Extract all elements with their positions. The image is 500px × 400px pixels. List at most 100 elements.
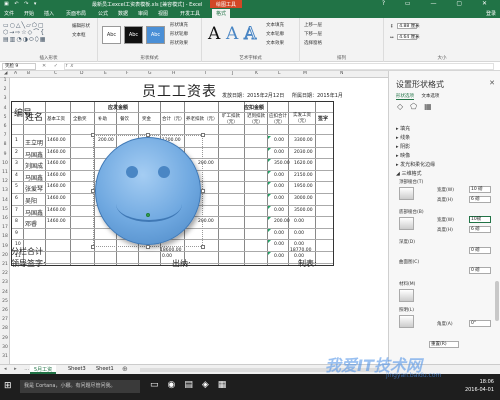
tab-page-layout[interactable]: 页面布局 bbox=[66, 10, 86, 17]
table-cell-net[interactable]: 0.00 bbox=[294, 219, 304, 224]
row-header[interactable]: 15 bbox=[0, 207, 10, 212]
tab-shape-options[interactable]: 形状选项 bbox=[396, 94, 414, 100]
row-header[interactable]: 26 bbox=[0, 308, 10, 313]
formula-input[interactable] bbox=[64, 63, 494, 70]
windows-start-icon[interactable]: ⊞ bbox=[4, 381, 12, 391]
row-header[interactable]: 24 bbox=[0, 290, 10, 295]
tab-insert[interactable]: 插入 bbox=[44, 10, 54, 17]
wordart-style-blue[interactable]: A bbox=[226, 24, 238, 44]
row-header[interactable]: 13 bbox=[0, 188, 10, 193]
tab-home[interactable]: 开始 bbox=[24, 10, 34, 17]
row-header[interactable]: 8 bbox=[0, 142, 10, 147]
table-cell-seq[interactable]: 4 bbox=[15, 173, 18, 178]
row-header[interactable]: 14 bbox=[0, 198, 10, 203]
table-cell-seq[interactable]: 1 bbox=[15, 138, 18, 143]
tab-formulas[interactable]: 公式 bbox=[98, 10, 108, 17]
table-cell-net[interactable]: 1950.00 bbox=[294, 184, 313, 189]
table-cell-net[interactable]: 0.00 bbox=[294, 242, 304, 247]
row-header[interactable]: 7 bbox=[0, 133, 10, 138]
row-header[interactable]: 21 bbox=[0, 262, 10, 267]
angle-input[interactable]: 0° bbox=[469, 320, 491, 327]
lighting-picker[interactable] bbox=[399, 315, 414, 328]
text-box-button[interactable]: 文本框 bbox=[72, 32, 86, 38]
row-header[interactable]: 3 bbox=[0, 96, 10, 101]
table-cell-base[interactable]: 1460.00 bbox=[47, 208, 66, 213]
quick-access-toolbar[interactable]: ▣ ↶ ↷ ▾ bbox=[4, 1, 38, 7]
shape-outline-button[interactable]: 形状轮廓 bbox=[170, 31, 188, 37]
table-cell-name[interactable]: 马国鑫 bbox=[25, 173, 43, 182]
table-cell-net[interactable]: 3300.00 bbox=[294, 138, 313, 143]
shape-style-swatch-white[interactable]: Abc bbox=[102, 26, 121, 44]
table-cell-base[interactable]: 1460.00 bbox=[47, 196, 66, 201]
shape-width-input[interactable]: 4.64 厘米 bbox=[397, 34, 420, 40]
column-header[interactable]: F bbox=[126, 71, 129, 76]
sheet-tab-may-salary[interactable]: 5月工资 bbox=[30, 365, 57, 374]
send-backward-button[interactable]: 下移一层 bbox=[304, 31, 322, 37]
row-header[interactable]: 4 bbox=[0, 106, 10, 111]
tab-review[interactable]: 审阅 bbox=[138, 10, 148, 17]
tab-view[interactable]: 视图 bbox=[158, 10, 168, 17]
table-cell-deduct[interactable]: 0.00 bbox=[274, 242, 284, 247]
table-cell-deduct[interactable]: 0.00 bbox=[274, 150, 284, 155]
row-header[interactable]: 16 bbox=[0, 216, 10, 221]
row-header[interactable]: 31 bbox=[0, 354, 10, 359]
close-icon[interactable]: ✕ bbox=[489, 79, 495, 87]
column-header[interactable]: J bbox=[232, 71, 233, 76]
column-header[interactable]: E bbox=[104, 71, 107, 76]
row-header[interactable]: 19 bbox=[0, 244, 10, 249]
text-outline-button[interactable]: 文本轮廓 bbox=[266, 31, 284, 37]
tab-file[interactable]: 文件 bbox=[4, 10, 14, 17]
table-cell-name[interactable]: 刘国成 bbox=[25, 161, 43, 170]
name-box[interactable]: 笑脸 9 bbox=[2, 63, 36, 70]
wordart-style-plain[interactable]: A bbox=[208, 24, 220, 44]
top-bevel-width-input[interactable]: 10 磅 bbox=[469, 186, 491, 193]
table-cell-deduct[interactable]: 0.00 bbox=[274, 231, 284, 236]
table-cell-deduct[interactable]: 350.00 bbox=[274, 161, 290, 166]
section-reflection[interactable]: ▸ 映像 bbox=[396, 152, 410, 159]
row-header[interactable]: 27 bbox=[0, 317, 10, 322]
system-clock[interactable]: 18:06 2016-04-01 bbox=[465, 378, 494, 394]
sign-in-link[interactable]: 登录 bbox=[486, 10, 496, 17]
smiley-face-shape[interactable] bbox=[95, 137, 201, 245]
pane-scrollbar[interactable] bbox=[495, 281, 499, 321]
adjust-handle[interactable] bbox=[146, 213, 150, 217]
table-cell-seq[interactable]: 9 bbox=[15, 231, 18, 236]
shape-fill-button[interactable]: 形状填充 bbox=[170, 22, 188, 28]
column-header[interactable]: C bbox=[54, 71, 57, 76]
row-header[interactable]: 29 bbox=[0, 336, 10, 341]
column-header[interactable]: N bbox=[340, 71, 343, 76]
resize-handle[interactable] bbox=[91, 133, 95, 137]
table-cell-base[interactable]: 1460.00 bbox=[47, 173, 66, 178]
table-cell-seq[interactable]: 2 bbox=[15, 150, 18, 155]
table-cell-net[interactable]: 0.00 bbox=[294, 231, 304, 236]
section-fill[interactable]: ▸ 填充 bbox=[396, 125, 410, 132]
section-line[interactable]: ▸ 线条 bbox=[396, 134, 410, 141]
resize-handle[interactable] bbox=[146, 245, 150, 249]
sheet-tab-sheet3[interactable]: Sheet3 bbox=[64, 365, 90, 374]
shape-style-swatch-black[interactable]: Abc bbox=[124, 26, 143, 44]
selection-pane-button[interactable]: 选择窗格 bbox=[304, 40, 322, 46]
row-header[interactable]: 1 bbox=[0, 78, 10, 83]
table-cell-seq[interactable]: 8 bbox=[15, 219, 18, 224]
column-header[interactable]: A bbox=[14, 71, 17, 76]
row-header[interactable]: 25 bbox=[0, 299, 10, 304]
text-fill-button[interactable]: 文本填充 bbox=[266, 22, 284, 28]
window-control-buttons[interactable]: ? ▭ — ▢ ✕ bbox=[382, 0, 496, 7]
add-sheet-icon[interactable]: ⊕ bbox=[122, 365, 128, 373]
table-cell-seq[interactable]: 3 bbox=[15, 161, 18, 166]
table-cell-name[interactable]: 邓睿 bbox=[25, 219, 37, 228]
shape-height-input[interactable]: 4.88 厘米 bbox=[397, 23, 420, 29]
column-header[interactable]: M bbox=[303, 71, 307, 76]
table-cell-name[interactable]: 马国鑫 bbox=[25, 208, 43, 217]
row-header[interactable]: 28 bbox=[0, 326, 10, 331]
row-header[interactable]: 20 bbox=[0, 253, 10, 258]
reset-button[interactable]: 重置(R) bbox=[429, 341, 459, 348]
material-picker[interactable] bbox=[399, 289, 414, 302]
bottom-bevel-width-input[interactable]: 10磅 bbox=[469, 216, 491, 223]
table-cell-deduct[interactable]: 0.00 bbox=[274, 184, 284, 189]
table-cell-deduct[interactable]: 0.00 bbox=[274, 138, 284, 143]
sheet-tab-sheet1[interactable]: Sheet1 bbox=[92, 365, 118, 374]
bottom-bevel-picker[interactable] bbox=[399, 217, 414, 230]
resize-handle[interactable] bbox=[91, 245, 95, 249]
table-cell-name[interactable]: 王立明 bbox=[25, 138, 43, 147]
